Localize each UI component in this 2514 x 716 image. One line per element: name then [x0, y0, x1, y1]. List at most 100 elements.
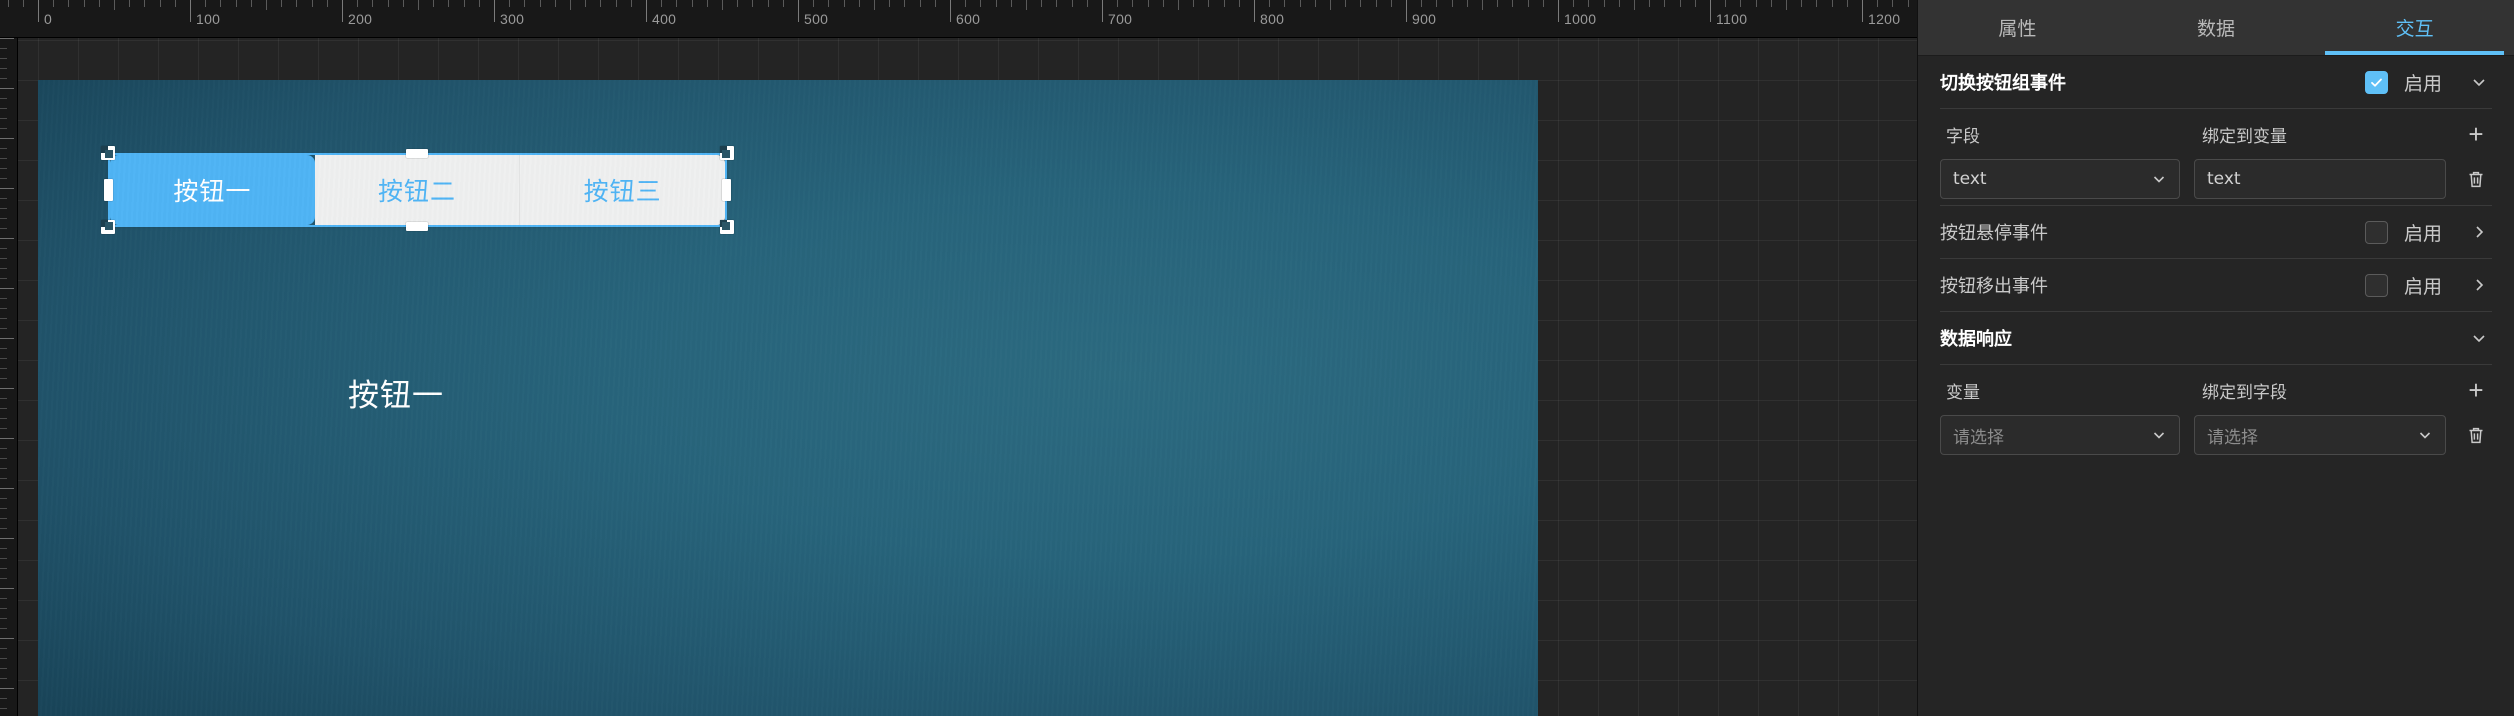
ruler-tick	[0, 78, 7, 79]
ruler-label: 100	[196, 11, 221, 27]
resize-handle-bottom-right[interactable]	[720, 220, 734, 234]
ruler-tick	[1740, 0, 1742, 7]
ruler-tick	[1725, 0, 1727, 7]
ruler-tick	[0, 508, 7, 509]
chevron-down-icon	[2149, 427, 2169, 443]
button-group-item-3[interactable]: 按钮三	[519, 155, 725, 225]
resize-handle-bottom[interactable]	[406, 222, 428, 231]
resize-handle-left[interactable]	[104, 179, 113, 201]
ruler-tick	[0, 118, 7, 119]
resize-handle-top-left[interactable]	[101, 146, 115, 160]
ruler-tick	[0, 268, 7, 269]
ruler-tick	[402, 0, 404, 7]
resize-handle-right[interactable]	[722, 179, 731, 201]
ruler-tick	[0, 398, 7, 399]
ruler-tick	[0, 148, 7, 149]
tab-data[interactable]: 数据	[2117, 0, 2316, 55]
ruler-tick	[919, 0, 921, 7]
bind-field-select[interactable]: 请选择	[2194, 415, 2446, 455]
field-select[interactable]: text	[1940, 159, 2180, 199]
ruler-tick	[0, 338, 14, 339]
chevron-down-icon[interactable]	[2466, 73, 2492, 91]
ruler-tick	[1269, 0, 1271, 7]
ruler-tick	[0, 588, 14, 589]
button-group-item-1[interactable]: 按钮一	[110, 155, 315, 225]
editor-area: 按钮一 按钮二 按钮三 按钮一 0 100 200 300 400 500 60…	[0, 0, 1917, 716]
tab-interaction[interactable]: 交互	[2315, 0, 2514, 55]
ruler-tick	[630, 0, 632, 7]
section-toggle-group-event-header[interactable]: 切换按钮组事件 启用	[1940, 56, 2492, 108]
section-button-leave-event-header[interactable]: 按钮移出事件 启用	[1940, 259, 2492, 311]
ruler-tick	[0, 248, 7, 249]
field-select-value: text	[1953, 169, 1987, 189]
ruler-tick	[83, 0, 85, 7]
ruler-tick	[1634, 0, 1635, 10]
ruler-tick	[1071, 0, 1073, 7]
chevron-right-icon[interactable]	[2466, 276, 2492, 294]
ruler-tick	[205, 0, 207, 7]
ruler-tick	[980, 0, 982, 7]
ruler-tick	[1375, 0, 1377, 7]
ruler-tick	[0, 638, 14, 639]
ruler-tick	[494, 0, 495, 22]
ruler-tick	[0, 658, 7, 659]
ruler-tick	[1679, 0, 1681, 7]
vertical-ruler	[0, 38, 18, 716]
ruler-tick	[874, 0, 875, 10]
ruler-tick	[1406, 0, 1407, 22]
section-data-response-header[interactable]: 数据响应	[1940, 312, 2492, 364]
button-group[interactable]: 按钮一 按钮二 按钮三	[110, 155, 725, 225]
design-canvas[interactable]: 按钮一 按钮二 按钮三 按钮一	[38, 80, 1538, 716]
ruler-tick	[0, 288, 14, 289]
ruler-tick	[98, 0, 100, 7]
delete-row-button[interactable]	[2460, 425, 2492, 446]
ruler-tick	[554, 0, 556, 7]
resize-handle-bottom-left[interactable]	[101, 220, 115, 234]
button-group-item-2[interactable]: 按钮二	[314, 155, 520, 225]
ruler-label: 800	[1260, 11, 1285, 27]
add-row-button-toggle-group[interactable]: +	[2460, 121, 2492, 147]
ruler-tick	[509, 0, 511, 7]
enable-checkbox-button-leave-event[interactable]	[2365, 273, 2388, 297]
ruler-tick	[0, 548, 7, 549]
ruler-tick	[0, 258, 7, 259]
enable-checkbox-button-hover-event[interactable]	[2365, 220, 2388, 244]
ruler-tick	[0, 318, 7, 319]
chevron-down-icon[interactable]	[2466, 329, 2492, 347]
trash-icon	[2469, 171, 2483, 187]
ruler-tick	[600, 0, 602, 7]
ruler-tick	[1786, 0, 1787, 10]
ruler-tick	[0, 428, 7, 429]
ruler-tick	[0, 228, 7, 229]
bind-variable-input[interactable]: text	[2194, 159, 2446, 199]
ruler-tick	[0, 58, 7, 59]
chevron-right-icon[interactable]	[2466, 223, 2492, 241]
ruler-tick	[0, 528, 7, 529]
ruler-tick	[0, 38, 14, 39]
ruler-tick	[646, 0, 647, 22]
ruler-tick	[1238, 0, 1240, 7]
ruler-tick	[0, 218, 7, 219]
enable-checkbox-toggle-group-event[interactable]	[2365, 70, 2388, 94]
delete-row-button[interactable]	[2460, 169, 2492, 190]
ruler-tick	[1588, 0, 1590, 7]
variable-select[interactable]: 请选择	[1940, 415, 2180, 455]
ruler-tick	[1466, 0, 1468, 7]
add-row-button-data-response[interactable]: +	[2460, 377, 2492, 403]
resize-handle-top[interactable]	[406, 149, 428, 158]
ruler-tick	[1664, 0, 1666, 7]
ruler-tick	[326, 0, 328, 7]
ruler-tick	[0, 408, 7, 409]
ruler-tick	[843, 0, 845, 7]
ruler-tick	[1482, 0, 1483, 10]
ruler-tick	[0, 368, 7, 369]
resize-handle-top-right[interactable]	[720, 146, 734, 160]
app-root: 按钮一 按钮二 按钮三 按钮一 0 100 200 300 400 500 60…	[0, 0, 2514, 716]
section-button-hover-event-header[interactable]: 按钮悬停事件 启用	[1940, 206, 2492, 258]
ruler-tick	[1816, 0, 1818, 7]
tab-properties[interactable]: 属性	[1918, 0, 2117, 55]
button-group-widget[interactable]: 按钮一 按钮二 按钮三	[101, 146, 734, 234]
ruler-tick	[1421, 0, 1423, 7]
ruler-tick	[904, 0, 906, 7]
ruler-tick	[752, 0, 754, 7]
